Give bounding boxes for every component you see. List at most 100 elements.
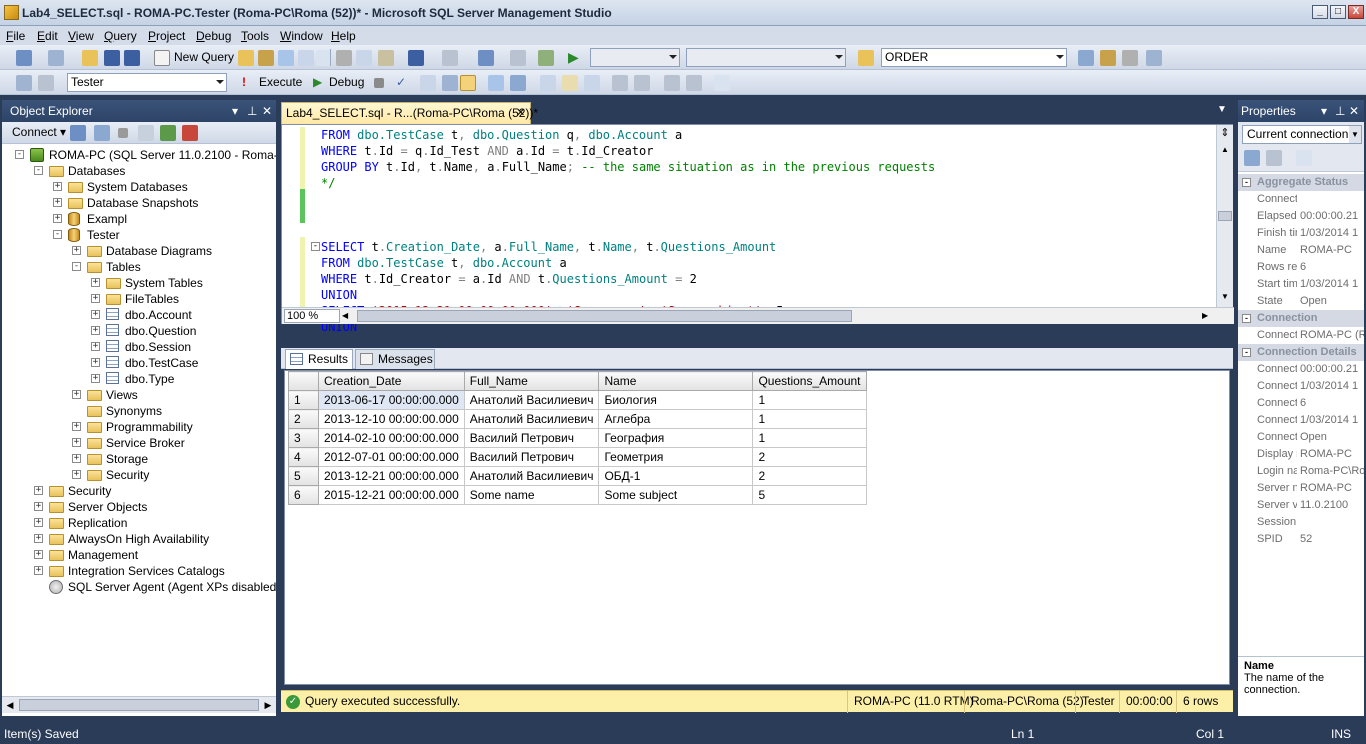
grid-cell[interactable]: Геометрия	[598, 447, 754, 467]
start-debug-icon[interactable]: ▶	[568, 50, 584, 66]
property-row[interactable]: Rows re 6	[1238, 259, 1364, 276]
column-header[interactable]: Questions_Amount	[752, 371, 867, 391]
expand-icon[interactable]: +	[72, 470, 81, 479]
scroll-up-icon[interactable]: ▲	[1218, 143, 1232, 157]
execute-button[interactable]: Execute	[259, 75, 302, 89]
column-header[interactable]: Name	[598, 371, 754, 391]
scroll-left-icon[interactable]: ◀	[2, 697, 18, 713]
hscroll-thumb[interactable]	[357, 310, 852, 322]
solution-config-combo[interactable]	[590, 48, 680, 67]
row-number-cell[interactable]: 3	[288, 428, 319, 448]
expand-icon[interactable]: +	[34, 518, 43, 527]
property-row[interactable]: Server n ROMA-PC	[1238, 480, 1364, 497]
tree-node[interactable]: Database Diagrams	[106, 243, 212, 259]
grid-cell[interactable]: 2015-12-21 00:00:00.000	[318, 485, 465, 505]
tree-node[interactable]: Programmability	[106, 419, 193, 435]
menu-file[interactable]: File	[6, 26, 25, 46]
props-object-combo[interactable]: Current connection ▼	[1242, 125, 1362, 144]
filter-icon[interactable]	[138, 125, 154, 141]
tree-node[interactable]: dbo.Type	[125, 371, 174, 387]
property-row[interactable]: Connect 00:00:00.21	[1238, 361, 1364, 378]
include-plan-icon[interactable]	[510, 75, 526, 91]
menu-debug[interactable]: Debug	[196, 26, 231, 46]
collapse-icon[interactable]: -	[1242, 348, 1251, 357]
row-number-cell[interactable]: 4	[288, 447, 319, 467]
intellisense-icon[interactable]	[488, 75, 504, 91]
menu-query[interactable]: Query	[104, 26, 137, 46]
property-row[interactable]: Start tim 1/03/2014 1	[1238, 276, 1364, 293]
grid-cell[interactable]: 2013-12-21 00:00:00.000	[318, 466, 465, 486]
grid-cell[interactable]: 2013-12-10 00:00:00.000	[318, 409, 465, 429]
grid-cell[interactable]: 2	[752, 447, 867, 467]
tree-node[interactable]: Tables	[106, 259, 141, 275]
row-number-cell[interactable]: 1	[288, 390, 319, 410]
maximize-button[interactable]: □	[1330, 5, 1346, 19]
tree-node[interactable]: Exampl	[87, 211, 127, 227]
tree-node[interactable]: dbo.TestCase	[125, 355, 198, 371]
results-to-file-icon[interactable]	[584, 75, 600, 91]
results-tab[interactable]: Results	[285, 349, 353, 369]
open-file-icon[interactable]	[82, 50, 98, 66]
hscroll-left-icon[interactable]: ◀	[342, 309, 354, 323]
property-row[interactable]: Connect 1/03/2014 1	[1238, 412, 1364, 429]
menu-view[interactable]: View	[68, 26, 94, 46]
expand-icon[interactable]: +	[34, 486, 43, 495]
tree-node[interactable]: SQL Server Agent (Agent XPs disabled)	[68, 579, 276, 595]
tree-node[interactable]: dbo.Question	[125, 323, 196, 339]
collapse-icon[interactable]: -	[1242, 178, 1251, 187]
save-all-icon[interactable]	[124, 50, 140, 66]
collapse-icon[interactable]: -	[1242, 314, 1251, 323]
expand-icon[interactable]: +	[91, 326, 100, 335]
properties-window-icon[interactable]	[1122, 50, 1138, 66]
property-row[interactable]: Connect	[1238, 191, 1364, 208]
grid-cell[interactable]: 1	[752, 409, 867, 429]
hscroll-right-icon[interactable]: ▶	[1202, 309, 1214, 323]
grid-cell[interactable]: 1	[752, 428, 867, 448]
close-button[interactable]: X	[1348, 5, 1364, 19]
stop-icon[interactable]	[118, 128, 128, 138]
grid-cell[interactable]: Биология	[598, 390, 754, 410]
query-editor[interactable]: - FROM dbo.TestCase t, dbo.Question q, d…	[281, 124, 1234, 334]
grid-cell[interactable]: 2012-07-01 00:00:00.000	[318, 447, 465, 467]
tree-node[interactable]: AlwaysOn High Availability	[68, 531, 209, 547]
tree-node[interactable]: Server Objects	[68, 499, 147, 515]
menu-window[interactable]: Window	[280, 26, 323, 46]
expand-icon[interactable]: +	[53, 214, 62, 223]
expand-icon[interactable]: +	[91, 358, 100, 367]
debug-button[interactable]: Debug	[329, 75, 364, 89]
menu-edit[interactable]: Edit	[37, 26, 58, 46]
props-dropdown-icon[interactable]: ▾	[1321, 100, 1327, 122]
property-row[interactable]: Connect 1/03/2014 1	[1238, 378, 1364, 395]
row-number-cell[interactable]: 5	[288, 466, 319, 486]
paste-icon[interactable]	[378, 50, 394, 66]
execute-icon[interactable]: !	[242, 75, 246, 89]
scroll-right-icon[interactable]: ▶	[260, 697, 276, 713]
expand-icon[interactable]: +	[72, 454, 81, 463]
oe-pin-icon[interactable]: ⊥	[247, 100, 257, 122]
expand-icon[interactable]: +	[34, 550, 43, 559]
expand-icon[interactable]: +	[72, 246, 81, 255]
tree-node[interactable]: Integration Services Catalogs	[68, 563, 225, 579]
client-stats-icon[interactable]	[540, 75, 556, 91]
connect-object-explorer-icon[interactable]	[70, 125, 86, 141]
expand-icon[interactable]: +	[34, 502, 43, 511]
tree-node[interactable]: Database Snapshots	[87, 195, 198, 211]
zoom-combo[interactable]: 100 %	[284, 309, 340, 323]
property-category[interactable]: - Connection Details	[1238, 344, 1364, 361]
tree-node[interactable]: FileTables	[125, 291, 179, 307]
property-row[interactable]: SPID 52	[1238, 531, 1364, 548]
save-icon[interactable]	[104, 50, 120, 66]
expand-icon[interactable]: +	[34, 534, 43, 543]
categorized-icon[interactable]	[1244, 150, 1260, 166]
grid-cell[interactable]: Анатолий Василиевич	[463, 409, 600, 429]
row-number-cell[interactable]: 6	[288, 485, 319, 505]
collapse-icon[interactable]: -	[53, 230, 62, 239]
column-header[interactable]: Full_Name	[463, 371, 600, 391]
refresh-icon[interactable]	[160, 125, 176, 141]
property-category[interactable]: - Connection	[1238, 310, 1364, 327]
specify-values-icon[interactable]	[714, 75, 730, 91]
undo-icon[interactable]	[408, 50, 424, 66]
grid-cell[interactable]: География	[598, 428, 754, 448]
mdx-query-icon[interactable]	[278, 50, 294, 66]
query-designer-icon[interactable]	[442, 75, 458, 91]
